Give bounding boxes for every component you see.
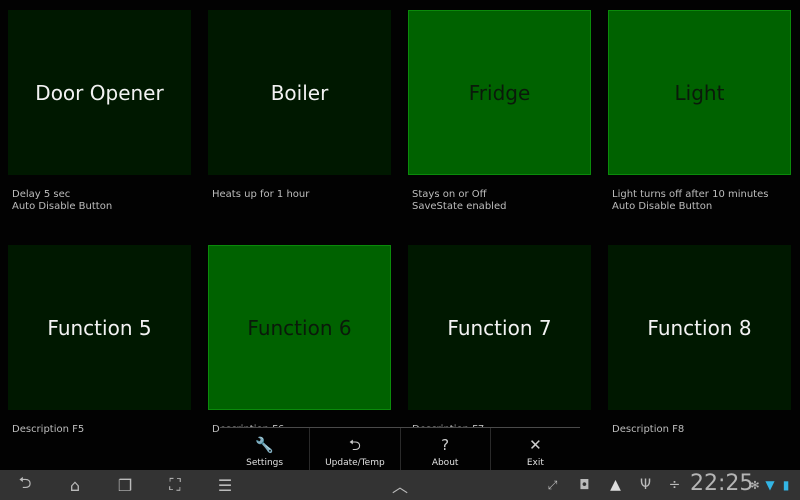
menu-button[interactable]: ☰ — [210, 470, 240, 500]
menu-label: About — [431, 458, 459, 468]
tile-description: Stays on or Off SaveState enabled — [412, 189, 507, 212]
menu-exit[interactable]: ✕ Exit — [489, 428, 580, 470]
recent-apps-button[interactable]: ❐ — [110, 470, 140, 500]
question-icon: ? — [441, 436, 450, 454]
tile-function-7[interactable]: Function 7 — [408, 245, 591, 410]
menu-update-temp[interactable]: ⮌ Update/Temp — [309, 428, 399, 470]
wrench-icon: 🔧 — [255, 436, 274, 454]
tile-fridge[interactable]: Fridge — [408, 10, 591, 175]
tile-door-opener[interactable]: Door Opener — [8, 10, 191, 175]
tile-description: Heats up for 1 hour — [212, 189, 310, 200]
clock: 22:25 — [690, 471, 754, 496]
close-icon: ✕ — [529, 436, 542, 454]
tile-description: Description F8 — [612, 424, 685, 435]
tile-function-8[interactable]: Function 8 — [608, 245, 791, 410]
usb-icon: Ψ — [639, 477, 652, 493]
menu-settings[interactable]: 🔧 Settings — [220, 428, 309, 470]
wifi-icon: ▼ — [765, 478, 775, 492]
bluetooth-icon: ✻ — [750, 478, 760, 492]
expand-icon[interactable]: ⤢ — [540, 470, 565, 500]
tile-light[interactable]: Light — [608, 10, 791, 175]
home-button[interactable]: ⌂ — [60, 470, 90, 500]
options-menu: 🔧 Settings ⮌ Update/Temp ? About ✕ Exit — [220, 427, 580, 470]
tile-description: Light turns off after 10 minutes Auto Di… — [612, 189, 769, 212]
menu-label: Update/Temp — [325, 458, 385, 468]
tile-function-5[interactable]: Function 5 — [8, 245, 191, 410]
back-button[interactable]: ⮌ — [10, 470, 40, 500]
tile-function-6[interactable]: Function 6 — [208, 245, 391, 410]
tile-boiler[interactable]: Boiler — [208, 10, 391, 175]
undo-icon: ⮌ — [348, 436, 361, 454]
warning-icon: ▲ — [610, 477, 621, 493]
chevron-up-icon[interactable]: ︿ — [385, 470, 415, 500]
menu-about[interactable]: ? About — [399, 428, 490, 470]
debug-icon: ÷ — [668, 477, 681, 493]
android-icon: ◘ — [579, 477, 590, 493]
menu-label: Settings — [246, 458, 284, 468]
system-bar: ⮌ ⌂ ❐ ⛶ ☰ ︿ ⤢ ◘ ▲ Ψ ÷ 22:25 ✻ ▼ ▮ — [0, 470, 800, 500]
menu-label: Exit — [526, 458, 544, 468]
battery-icon: ▮ — [782, 478, 790, 492]
tile-description: Description F5 — [12, 424, 85, 435]
tile-description: Delay 5 sec Auto Disable Button — [12, 189, 113, 212]
screenshot-button[interactable]: ⛶ — [160, 470, 190, 500]
